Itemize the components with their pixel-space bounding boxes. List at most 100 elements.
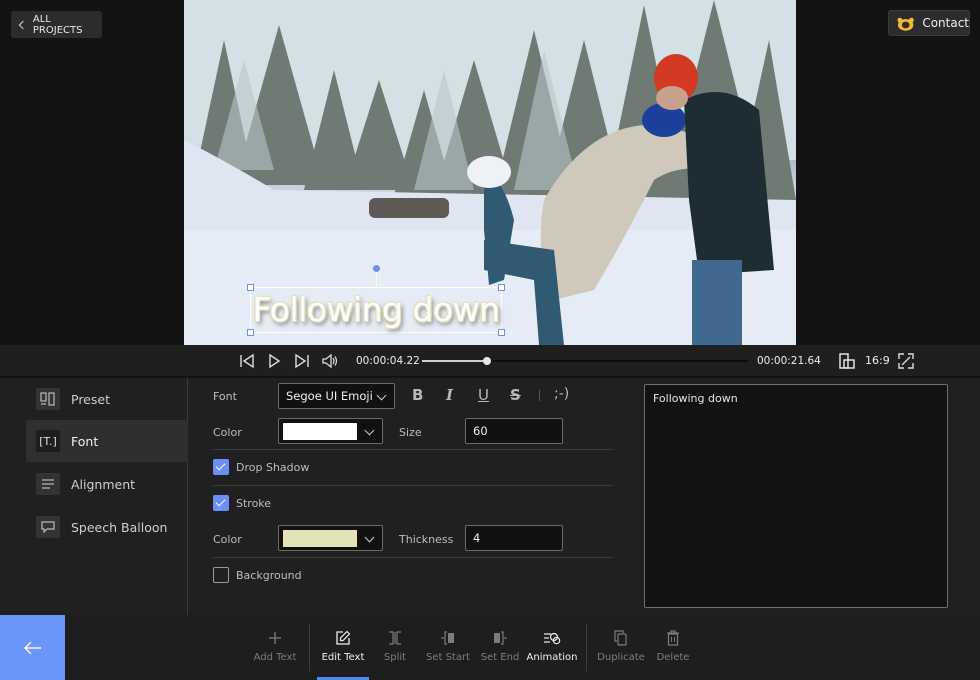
resize-handle-top-left[interactable]	[247, 284, 254, 291]
toolbar-divider	[309, 623, 310, 671]
app-window: ALL PROJECTS Following down Contact 00:0…	[0, 0, 980, 680]
current-time: 00:00:04.22	[356, 355, 420, 367]
contact-button[interactable]: Contact	[888, 10, 970, 36]
underline-button[interactable]: U	[478, 386, 489, 404]
seek-slider[interactable]	[422, 357, 748, 365]
sidebar-item-alignment[interactable]: Alignment	[26, 463, 188, 505]
add-text-button[interactable]: Add Text	[250, 615, 300, 680]
volume-icon[interactable]	[321, 352, 339, 370]
stroke-checkbox[interactable]	[213, 495, 229, 511]
emoji-button[interactable]: ;-)	[554, 386, 569, 402]
sidebar-item-label: Speech Balloon	[71, 519, 168, 535]
seek-slider-fill	[422, 360, 488, 362]
plus-icon	[269, 632, 281, 644]
bold-button[interactable]: B	[412, 386, 423, 404]
color-label: Color	[213, 426, 242, 439]
edit-icon	[336, 630, 351, 645]
thickness-label: Thickness	[399, 533, 454, 546]
resize-handle-top-right[interactable]	[498, 284, 505, 291]
video-preview[interactable]: Following down	[184, 0, 796, 345]
drop-shadow-label: Drop Shadow	[236, 461, 310, 474]
duplicate-button[interactable]: Duplicate	[597, 615, 645, 680]
resize-handle-bottom-right[interactable]	[498, 329, 505, 336]
property-categories: Preset [T.] Font Alignment Speech Balloo…	[0, 378, 188, 615]
text-properties-panel: Preset [T.] Font Alignment Speech Balloo…	[0, 378, 980, 615]
seek-slider-thumb[interactable]	[483, 357, 492, 365]
delete-button[interactable]: Delete	[655, 615, 691, 680]
contact-label: Contact	[922, 16, 969, 30]
size-input[interactable]: 60	[465, 418, 563, 444]
contact-avatar-icon	[897, 17, 914, 31]
rotate-handle-line	[376, 270, 377, 287]
sidebar-item-label: Preset	[71, 391, 110, 407]
stroke-color-label: Color	[213, 533, 242, 546]
edit-text-button[interactable]: Edit Text	[318, 615, 368, 680]
font-family-select[interactable]: Segoe UI Emoji	[278, 383, 395, 409]
play-icon[interactable]	[265, 352, 283, 370]
background-label: Background	[236, 569, 302, 582]
text-color-picker[interactable]	[278, 418, 383, 444]
text-color-swatch	[283, 423, 357, 440]
sidebar-item-preset[interactable]: Preset	[26, 378, 188, 420]
set-end-label: Set End	[480, 652, 520, 663]
stroke-color-picker[interactable]	[278, 525, 383, 551]
font-icon: [T.]	[36, 430, 60, 452]
animation-button[interactable]: Animation	[527, 615, 578, 680]
split-label: Split	[383, 652, 407, 663]
skip-back-icon[interactable]	[238, 352, 256, 370]
total-time: 00:00:21.64	[757, 355, 821, 367]
resize-handle-bottom-left[interactable]	[247, 329, 254, 336]
edit-text-label: Edit Text	[321, 652, 365, 663]
preset-icon	[36, 388, 60, 410]
delete-label: Delete	[656, 652, 690, 663]
set-start-label: Set Start	[425, 652, 471, 663]
set-end-button[interactable]: Set End	[480, 615, 520, 680]
sidebar-item-label: Font	[71, 433, 99, 449]
chevron-down-icon	[376, 390, 387, 401]
aspect-ratio-icon[interactable]	[838, 352, 856, 370]
chevron-left-icon	[18, 20, 28, 29]
strikethrough-button[interactable]: S	[510, 386, 521, 404]
divider	[213, 557, 613, 558]
chevron-down-icon	[364, 532, 375, 543]
sidebar-item-font[interactable]: [T.] Font	[26, 420, 188, 462]
skip-forward-icon[interactable]	[293, 352, 311, 370]
font-label: Font	[213, 390, 237, 403]
format-divider	[539, 390, 540, 401]
arrow-left-icon	[23, 641, 41, 654]
sidebar-item-label: Alignment	[71, 476, 136, 492]
text-overlay-selection[interactable]: Following down	[247, 284, 505, 336]
trash-icon	[667, 630, 679, 646]
bottom-toolbar: Add Text Edit Text Split Set Start Set E…	[0, 615, 980, 680]
chevron-down-icon	[364, 425, 375, 436]
sidebar-item-speech-balloon[interactable]: Speech Balloon	[26, 506, 188, 548]
divider	[213, 485, 613, 486]
all-projects-button[interactable]: ALL PROJECTS	[11, 11, 102, 38]
text-content-editor[interactable]: Following down	[644, 384, 948, 608]
divider	[213, 449, 613, 450]
aspect-ratio-label[interactable]: 16:9	[865, 354, 890, 367]
set-start-button[interactable]: Set Start	[425, 615, 471, 680]
text-content-value: Following down	[653, 392, 738, 405]
size-label: Size	[399, 426, 422, 439]
stroke-label: Stroke	[236, 497, 272, 510]
italic-button[interactable]: I	[446, 386, 453, 404]
split-button[interactable]: Split	[377, 615, 413, 680]
text-overlay[interactable]: Following down	[251, 288, 501, 332]
font-family-value: Segoe UI Emoji	[286, 389, 373, 403]
set-end-icon	[494, 631, 507, 645]
drop-shadow-checkbox[interactable]	[213, 459, 229, 475]
set-start-icon	[441, 631, 454, 645]
thickness-input[interactable]: 4	[465, 525, 563, 551]
preview-stage: ALL PROJECTS Following down Contact	[0, 0, 980, 345]
add-text-label: Add Text	[253, 652, 297, 663]
fullscreen-icon[interactable]	[897, 352, 915, 370]
speech-balloon-icon	[36, 516, 60, 538]
rotate-handle[interactable]	[373, 265, 380, 272]
toolbar-divider	[586, 623, 587, 671]
back-button[interactable]	[0, 615, 65, 680]
split-icon	[389, 631, 401, 645]
background-checkbox[interactable]	[213, 567, 229, 583]
playback-bar: 00:00:04.22 00:00:21.64 16:9	[0, 345, 980, 377]
alignment-icon	[36, 473, 60, 495]
